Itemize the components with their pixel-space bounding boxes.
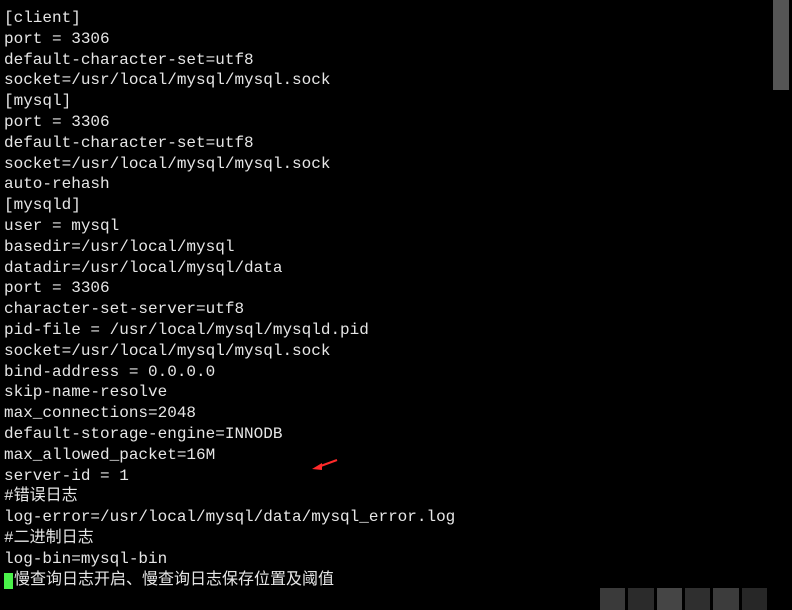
config-line: port = 3306	[4, 29, 770, 50]
config-line: basedir=/usr/local/mysql	[4, 237, 770, 258]
config-line: bind-address = 0.0.0.0	[4, 362, 770, 383]
scrollbar-thumb[interactable]	[773, 0, 789, 90]
config-line: default-character-set=utf8	[4, 50, 770, 71]
config-line: socket=/usr/local/mysql/mysql.sock	[4, 154, 770, 175]
config-line: log-bin=mysql-bin	[4, 549, 770, 570]
config-line: server-id = 1	[4, 466, 770, 487]
last-line-text: 慢查询日志开启、慢查询日志保存位置及阈值	[14, 571, 334, 589]
config-line: user = mysql	[4, 216, 770, 237]
censored-overlay	[597, 588, 767, 610]
config-line: [client]	[4, 8, 770, 29]
config-line: character-set-server=utf8	[4, 299, 770, 320]
config-line: max_connections=2048	[4, 403, 770, 424]
config-line: skip-name-resolve	[4, 382, 770, 403]
config-line: pid-file = /usr/local/mysql/mysqld.pid	[4, 320, 770, 341]
config-line: #错误日志	[4, 486, 770, 507]
config-line: socket=/usr/local/mysql/mysql.sock	[4, 70, 770, 91]
scrollbar-vertical[interactable]	[770, 0, 792, 610]
config-line: [mysql]	[4, 91, 770, 112]
config-line: port = 3306	[4, 112, 770, 133]
config-line: default-storage-engine=INNODB	[4, 424, 770, 445]
config-line: auto-rehash	[4, 174, 770, 195]
config-line: log-error=/usr/local/mysql/data/mysql_er…	[4, 507, 770, 528]
config-line: datadir=/usr/local/mysql/data	[4, 258, 770, 279]
config-line: max_allowed_packet=16M	[4, 445, 770, 466]
screenshot-root: [client] port = 3306 default-character-s…	[0, 0, 792, 610]
config-line: port = 3306	[4, 278, 770, 299]
config-line: socket=/usr/local/mysql/mysql.sock	[4, 341, 770, 362]
cursor-icon	[4, 573, 13, 589]
config-line: default-character-set=utf8	[4, 133, 770, 154]
terminal-editor[interactable]: [client] port = 3306 default-character-s…	[0, 0, 770, 610]
config-line: [mysqld]	[4, 195, 770, 216]
config-line: #二进制日志	[4, 528, 770, 549]
